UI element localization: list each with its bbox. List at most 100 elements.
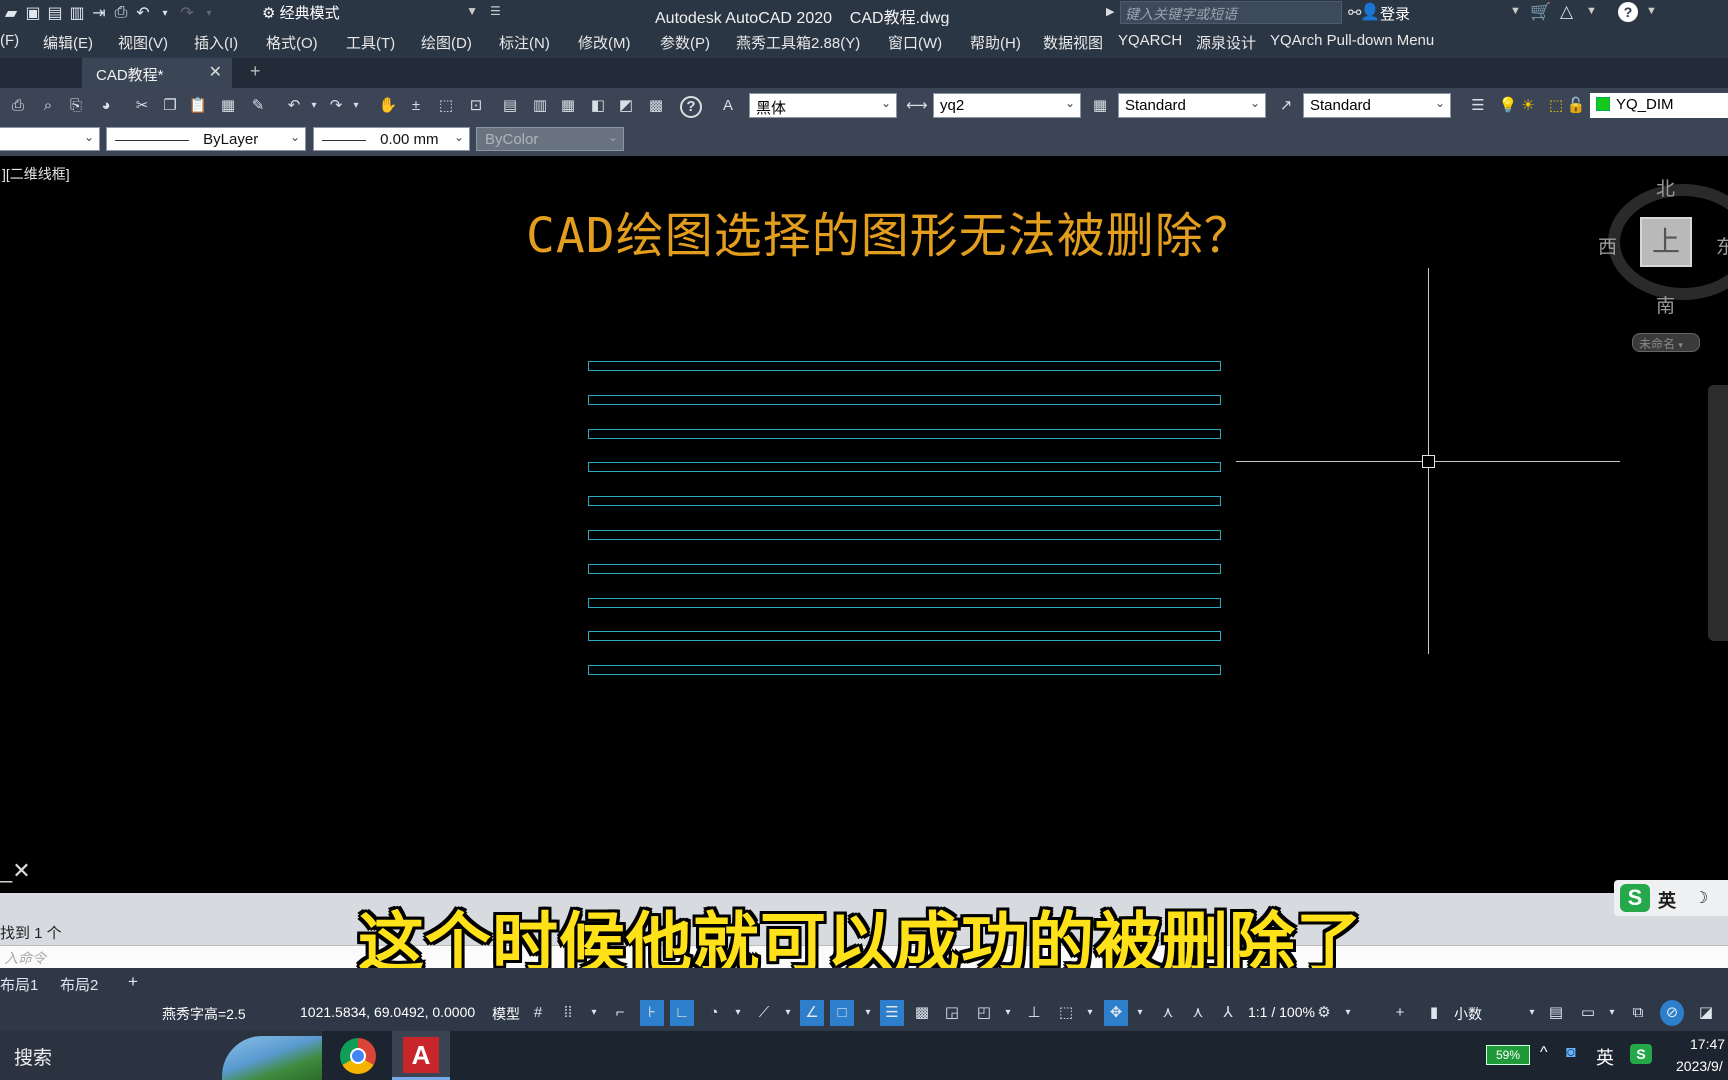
- tab-cad-tutorial[interactable]: CAD教程* ✕: [82, 58, 232, 88]
- menu-yanxiu-toolbox[interactable]: 燕秀工具箱2.88(Y): [736, 32, 860, 53]
- publish-icon[interactable]: ⇥: [88, 3, 110, 23]
- model-space-toggle[interactable]: 模型: [492, 1004, 520, 1024]
- help-dropdown-icon[interactable]: ▼: [1646, 5, 1657, 17]
- lineweight-select[interactable]: 0.00 mm ⌄: [313, 127, 470, 151]
- drawing-rectangle[interactable]: [588, 429, 1221, 439]
- tray-ime-language[interactable]: 英: [1596, 1044, 1614, 1070]
- menu-data-view[interactable]: 数据视图: [1043, 32, 1103, 53]
- battery-indicator[interactable]: 59%: [1486, 1045, 1530, 1065]
- selection-cycling-icon[interactable]: ◲: [940, 1000, 964, 1026]
- menu-modify[interactable]: 修改(M): [578, 32, 631, 53]
- gizmo-dropdown-icon[interactable]: ▾: [1128, 1000, 1152, 1026]
- table-style-select[interactable]: Standard ⌄: [1118, 93, 1266, 118]
- drawing-rectangle[interactable]: [588, 530, 1221, 540]
- ortho-icon[interactable]: ∟: [670, 1000, 694, 1026]
- 3dosnap-dropdown-icon[interactable]: ▾: [996, 1000, 1020, 1026]
- menu-file[interactable]: (F): [0, 32, 19, 49]
- clock-time[interactable]: 17:47: [1690, 1036, 1725, 1052]
- drawing-rectangle[interactable]: [588, 395, 1221, 405]
- compass-west[interactable]: 西: [1598, 232, 1617, 259]
- login-link[interactable]: 登录: [1380, 3, 1410, 24]
- annotation-scale-icon[interactable]: ⅄: [1216, 1000, 1240, 1026]
- drawing-rectangle[interactable]: [588, 496, 1221, 506]
- layer-lock-icon[interactable]: 🔓: [1566, 96, 1586, 116]
- compass-east[interactable]: 东: [1716, 232, 1728, 259]
- ucs-menu-button[interactable]: 未命名 ▾: [1632, 333, 1700, 352]
- dim-style-select[interactable]: yq2 ⌄: [933, 93, 1081, 118]
- selection-filter-icon[interactable]: ⬚: [1054, 1000, 1078, 1026]
- compass-north[interactable]: 北: [1656, 174, 1675, 201]
- caret-right-icon[interactable]: ▶: [1106, 5, 1114, 18]
- ime-toolbar[interactable]: S 英 ☽: [1614, 880, 1728, 916]
- isolate-objects-icon[interactable]: ⧉: [1626, 1000, 1650, 1026]
- linetype-select[interactable]: ByLayer ⌄: [106, 127, 306, 151]
- annotation-monitor-icon[interactable]: +: [1388, 1000, 1412, 1026]
- redo-dropdown-icon[interactable]: ▾: [198, 3, 220, 23]
- 3d-osnap-icon[interactable]: ◰: [972, 1000, 996, 1026]
- gizmo-icon[interactable]: ✥: [1104, 1000, 1128, 1026]
- multileader-style-select[interactable]: Standard ⌄: [1303, 93, 1451, 118]
- polar-tracking-icon[interactable]: ◔: [702, 1000, 726, 1026]
- copy-icon[interactable]: ❐: [160, 96, 180, 116]
- help-icon[interactable]: ?: [1618, 2, 1638, 22]
- autodesk-a360-icon[interactable]: △: [1560, 2, 1573, 22]
- layer-thaw-icon[interactable]: ☀: [1518, 96, 1538, 116]
- save-as-icon[interactable]: ▤: [44, 3, 66, 23]
- menu-draw[interactable]: 绘图(D): [421, 32, 472, 53]
- drawing-rectangle[interactable]: [588, 631, 1221, 641]
- zoom-window-icon[interactable]: ⬚: [436, 96, 456, 116]
- auto-scale-icon[interactable]: ⋏: [1186, 1000, 1210, 1026]
- close-icon[interactable]: ✕: [209, 62, 222, 82]
- chrome-icon[interactable]: [340, 1038, 376, 1074]
- redo-dropdown-icon[interactable]: ▾: [346, 96, 366, 116]
- settings-dropdown-icon[interactable]: ▾: [1336, 1000, 1360, 1026]
- units-select[interactable]: 小数: [1454, 1004, 1482, 1024]
- isodraft-dropdown-icon[interactable]: ▾: [776, 1000, 800, 1026]
- cut-icon[interactable]: ✂: [132, 96, 152, 116]
- new-tab-button[interactable]: +: [250, 61, 261, 82]
- chevron-up-icon[interactable]: ^: [1540, 1044, 1548, 1062]
- markup-icon[interactable]: ◩: [616, 96, 636, 116]
- workspace-select[interactable]: ⚙ 经典模式 ▼: [262, 2, 484, 24]
- plot-icon[interactable]: ⎙: [110, 3, 132, 23]
- undo-icon[interactable]: ↶: [284, 96, 304, 116]
- help-icon[interactable]: ?: [680, 96, 702, 118]
- save-icon[interactable]: ▣: [22, 3, 44, 23]
- tab-layout1[interactable]: 布局1: [0, 974, 38, 995]
- menu-parametric[interactable]: 参数(P): [660, 32, 710, 53]
- menu-view[interactable]: 视图(V): [118, 32, 168, 53]
- export-icon[interactable]: ▥: [66, 3, 88, 23]
- compass-south[interactable]: 南: [1656, 291, 1675, 318]
- drawing-rectangle[interactable]: [588, 598, 1221, 608]
- viewport-controls[interactable]: ][二维线框]: [2, 164, 70, 184]
- lock-dropdown-icon[interactable]: ▾: [1600, 1000, 1624, 1026]
- undo-dropdown-icon[interactable]: ▾: [154, 3, 176, 23]
- block-editor-icon[interactable]: ✎: [248, 96, 268, 116]
- calculator-icon[interactable]: ▩: [646, 96, 666, 116]
- sheet-set-icon[interactable]: ◧: [588, 96, 608, 116]
- cart-icon[interactable]: 🛒: [1530, 2, 1551, 22]
- zoom-previous-icon[interactable]: ⊡: [466, 96, 486, 116]
- 3d-print-icon[interactable]: ◕: [96, 96, 116, 116]
- menu-insert[interactable]: 插入(I): [194, 32, 238, 53]
- clock-date[interactable]: 2023/9/: [1676, 1058, 1723, 1074]
- tool-palettes-icon[interactable]: ▦: [558, 96, 578, 116]
- zoom-realtime-icon[interactable]: ±: [406, 96, 426, 116]
- text-style-icon[interactable]: A: [718, 96, 738, 116]
- viewcube-top-face[interactable]: 上: [1640, 217, 1692, 267]
- tab-layout2[interactable]: 布局2: [60, 974, 98, 995]
- redo-icon[interactable]: ↷: [176, 3, 198, 23]
- annotation-scale-select[interactable]: 1:1 / 100%: [1248, 1004, 1315, 1020]
- undo-dropdown-icon[interactable]: ▾: [304, 96, 324, 116]
- clean-screen-icon[interactable]: ◪: [1694, 1000, 1718, 1026]
- dynamic-ucs-icon[interactable]: ⊥: [1022, 1000, 1046, 1026]
- multileader-style-icon[interactable]: ↗: [1276, 96, 1296, 116]
- table-style-icon[interactable]: ▦: [1090, 96, 1110, 116]
- infer-constraints-icon[interactable]: ⌐: [608, 1000, 632, 1026]
- a360-dropdown-icon[interactable]: ▼: [1586, 5, 1597, 17]
- coordinates-readout[interactable]: 1021.5834, 69.0492, 0.0000: [300, 1004, 475, 1020]
- menu-format[interactable]: 格式(O): [266, 32, 318, 53]
- snap-dropdown-icon[interactable]: ▾: [582, 1000, 606, 1026]
- lock-ui-icon[interactable]: ▭: [1576, 1000, 1600, 1026]
- settings-icon[interactable]: ⚙: [1312, 1000, 1336, 1026]
